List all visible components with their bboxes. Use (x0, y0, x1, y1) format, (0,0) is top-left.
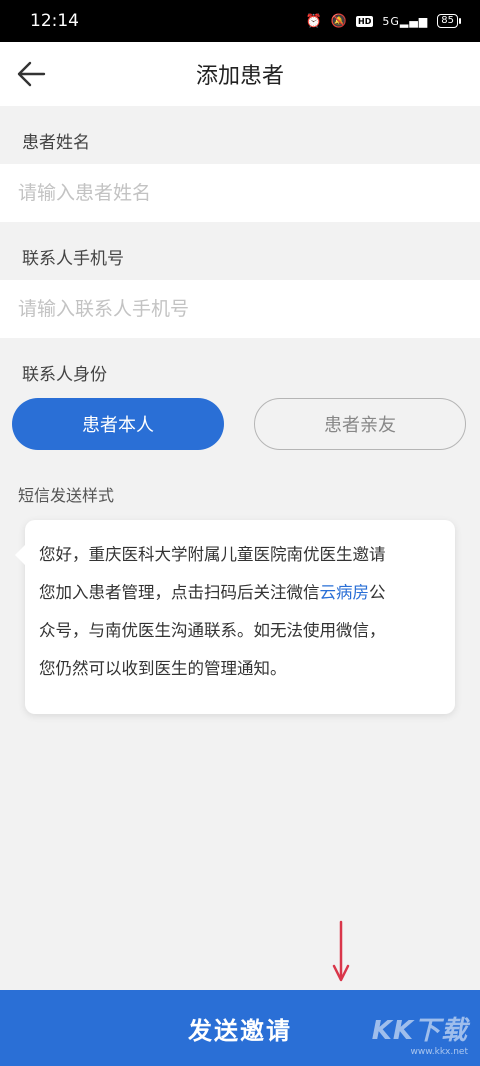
status-bar: 12:14 ⏰ 🔕 HD 5G▂▄▆ 85 (0, 0, 480, 42)
page-title: 添加患者 (195, 64, 284, 89)
patient-name-input[interactable] (0, 182, 480, 204)
battery-icon: 85 (437, 14, 461, 28)
mute-icon: 🔕 (330, 13, 347, 29)
watermark-logo: KK下载 www.kkx.net (371, 1016, 468, 1057)
contact-phone-label: 联系人手机号 (22, 249, 124, 269)
signal-icon: 5G▂▄▆ (382, 14, 429, 28)
sms-text-line-1: 您好，重庆医科大学附属儿童医院南优医生邀请 (39, 545, 386, 564)
alarm-icon: ⏰ (305, 13, 322, 29)
hd-icon: HD (356, 15, 374, 27)
sms-text-line-3: 众号，与南优医生沟通联系。如无法使用微信， (39, 621, 386, 640)
back-arrow-icon[interactable] (16, 60, 46, 88)
sms-text-line-4: 您仍然可以收到医生的管理通知。 (39, 659, 287, 678)
annotation-arrow-icon (332, 920, 350, 982)
contact-identity-label: 联系人身份 (22, 365, 107, 385)
patient-name-label: 患者姓名 (22, 133, 90, 153)
identity-relative-button[interactable]: 患者亲友 (254, 398, 466, 450)
battery-level: 85 (441, 15, 454, 26)
cloud-ward-link[interactable]: 云病房 (320, 583, 370, 602)
identity-toggle: 患者本人 患者亲友 (0, 398, 480, 450)
contact-phone-row (0, 280, 480, 338)
sms-style-label: 短信发送样式 (18, 486, 115, 505)
sms-text-line-2: 您加入患者管理，点击扫码后关注微信云病房公 (39, 583, 386, 602)
contact-phone-input[interactable] (0, 298, 480, 320)
sms-preview-card: 您好，重庆医科大学附属儿童医院南优医生邀请 您加入患者管理，点击扫码后关注微信云… (15, 520, 455, 714)
identity-self-button[interactable]: 患者本人 (12, 398, 224, 450)
status-time: 12:14 (30, 11, 79, 31)
header: 添加患者 (0, 42, 480, 106)
patient-name-row (0, 164, 480, 222)
status-icons: ⏰ 🔕 HD 5G▂▄▆ 85 (305, 13, 461, 29)
